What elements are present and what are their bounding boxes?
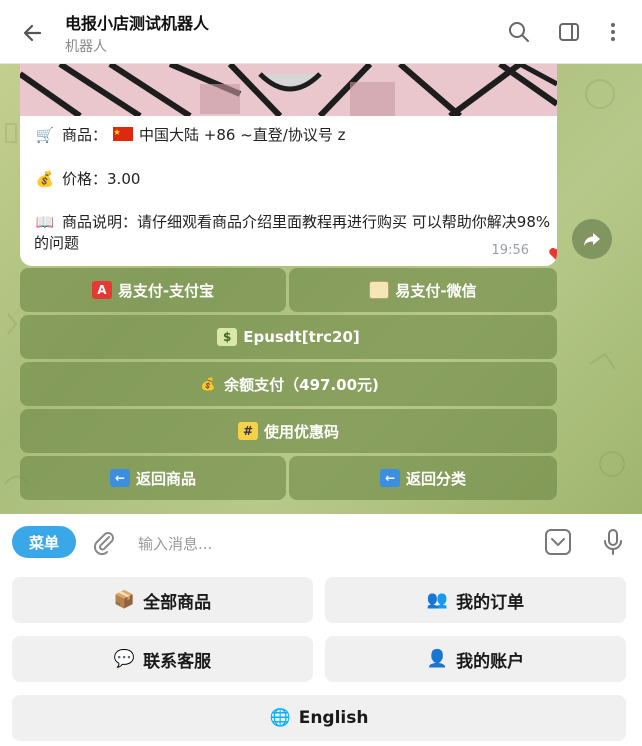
shopping-cart-icon: 🛒 [35, 126, 55, 144]
product-value: 中国大陆 +86 ~直登/协议号 z [139, 126, 346, 144]
users-icon: 👥 [426, 590, 449, 610]
currency-exchange-icon: $ [217, 328, 238, 346]
ticket-icon: # [237, 422, 258, 440]
product-label: 商品： [62, 126, 108, 144]
back-to-category-label: 返回分类 [405, 469, 466, 488]
product-line: 🛒 商品： 中国大陆 +86 ~直登/协议号 z [34, 124, 346, 145]
forward-arrow-icon [584, 233, 600, 246]
alipay-button[interactable]: A 易支付-支付宝 [20, 268, 286, 312]
chat-title[interactable]: 电报小店测试机器人 [65, 10, 209, 34]
sidebar-toggle-icon[interactable] [557, 20, 581, 44]
my-orders-label: 我的订单 [456, 592, 525, 613]
coupon-label: 使用优惠码 [263, 422, 339, 441]
china-flag-icon [113, 126, 134, 145]
money-bag-icon: 💰 [35, 170, 55, 188]
price-label: 价格： [62, 170, 108, 188]
more-options-icon[interactable] [601, 20, 625, 44]
paperclip-icon[interactable] [90, 528, 118, 556]
menu-button[interactable]: 菜单 [12, 526, 76, 558]
my-orders-button[interactable]: 👥 我的订单 [325, 577, 626, 623]
money-bag-icon: 💰 [200, 377, 216, 391]
back-arrow-icon[interactable] [18, 18, 48, 48]
coupon-button[interactable]: # 使用优惠码 [20, 409, 557, 453]
globe-icon: 🌐 [269, 708, 291, 728]
user-icon: 👤 [426, 649, 449, 669]
price-line: 💰 价格：3.00 [34, 168, 141, 189]
product-message-bubble: 🛒 商品： 中国大陆 +86 ~直登/协议号 z 💰 价格：3.00 📖 商品说明：请仔… [20, 64, 557, 266]
chat-subtitle: 机器人 [65, 39, 107, 55]
left-arrow-icon: ← [109, 469, 130, 487]
left-arrow-icon: ← [379, 469, 400, 487]
price-value: 3.00 [107, 170, 141, 188]
wechat-pay-label: 易支付-微信 [395, 281, 477, 300]
back-to-category-button[interactable]: ← 返回分类 [289, 456, 557, 500]
keyboard-toggle-icon[interactable] [543, 527, 573, 557]
message-time: 19:56 [491, 243, 529, 258]
english-label: English [298, 708, 369, 728]
balance-pay-label: 余额支付（497.00元) [224, 375, 379, 394]
microphone-icon[interactable] [600, 527, 626, 557]
epusdt-button[interactable]: $ Epusdt[trc20] [20, 315, 557, 359]
alipay-label: 易支付-支付宝 [117, 281, 215, 300]
reply-keyboard: 📦 全部商品 👥 我的订单 💬 联系客服 👤 我的账户 🌐 English [0, 570, 642, 746]
my-account-label: 我的账户 [456, 651, 525, 672]
contact-support-label: 联系客服 [143, 651, 212, 672]
product-image[interactable] [20, 64, 557, 116]
search-icon[interactable] [507, 20, 531, 44]
a-button-icon: A [91, 281, 112, 299]
back-to-product-label: 返回商品 [135, 469, 196, 488]
chat-area: 🛒 商品： 中国大陆 +86 ~直登/协议号 z 💰 价格：3.00 📖 商品说明：请仔… [0, 64, 642, 514]
balance-pay-button[interactable]: 💰 余额支付（497.00元) [20, 362, 557, 406]
contact-support-button[interactable]: 💬 联系客服 [12, 636, 313, 682]
open-book-icon: 📖 [35, 213, 55, 231]
description-line: 📖 商品说明：请仔细观看商品介绍里面教程再进行购买 可以帮助你解决98%的问题 [34, 212, 554, 254]
speech-bubble-icon: 💬 [113, 649, 136, 669]
message-composer: 菜单 输入消息... [0, 514, 642, 570]
description-label: 商品说明： [62, 213, 138, 231]
heart-reaction-icon[interactable] [544, 242, 557, 266]
back-to-product-button[interactable]: ← 返回商品 [20, 456, 286, 500]
forward-share-button[interactable] [572, 219, 612, 259]
message-input[interactable]: 输入消息... [138, 533, 212, 554]
package-icon: 📦 [113, 590, 136, 610]
credit-card-icon [369, 281, 390, 299]
my-account-button[interactable]: 👤 我的账户 [325, 636, 626, 682]
chat-header: 电报小店测试机器人 机器人 [0, 0, 642, 64]
wechat-pay-button[interactable]: 易支付-微信 [289, 268, 557, 312]
epusdt-label: Epusdt[trc20] [243, 328, 360, 346]
all-products-label: 全部商品 [143, 592, 212, 613]
all-products-button[interactable]: 📦 全部商品 [12, 577, 313, 623]
english-button[interactable]: 🌐 English [12, 695, 626, 741]
